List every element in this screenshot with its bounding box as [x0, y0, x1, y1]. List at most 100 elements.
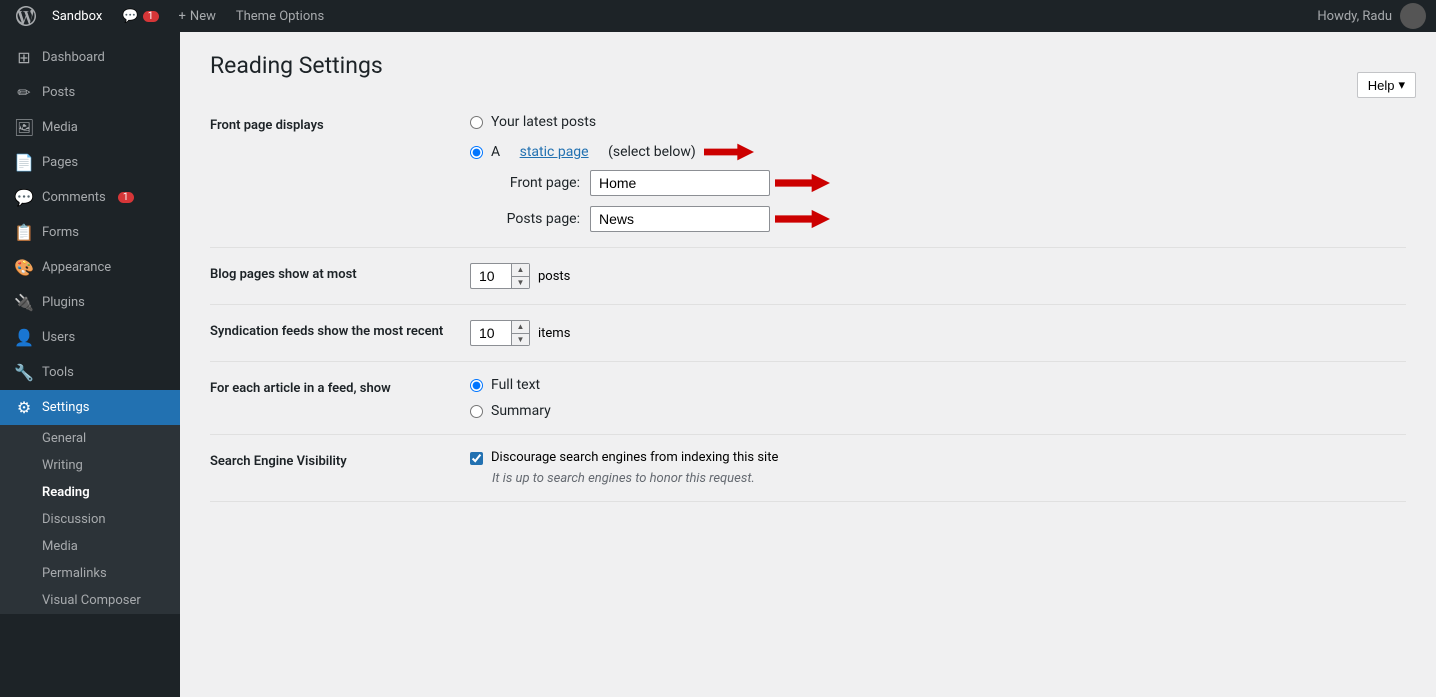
sidebar-subitem-visual-composer[interactable]: Visual Composer [0, 587, 180, 614]
search-engine-checkbox-row: Discourage search engines from indexing … [470, 450, 1406, 465]
feed-article-label: For each article in a feed, show [210, 377, 470, 419]
comment-icon: 💬 [122, 9, 138, 24]
sidebar-label-plugins: Plugins [42, 295, 85, 310]
sidebar: ⊞ Dashboard ✏ Posts 🖼 Media 📄 Pages 💬 Co… [0, 32, 180, 697]
user-avatar[interactable] [1400, 3, 1426, 29]
sidebar-subitem-permalinks[interactable]: Permalinks [0, 560, 180, 587]
sidebar-label-pages: Pages [42, 155, 78, 170]
howdy-label: Howdy, Radu [1317, 9, 1392, 24]
theme-options-label: Theme Options [236, 9, 324, 24]
sidebar-label-dashboard: Dashboard [42, 50, 105, 65]
sidebar-subitem-media[interactable]: Media [0, 533, 180, 560]
visual-composer-label: Visual Composer [42, 593, 141, 608]
radio-full-label: Full text [491, 377, 540, 393]
radio-summary[interactable]: Summary [470, 403, 1406, 419]
front-page-radio-group: Your latest posts A static page (select … [470, 114, 1406, 164]
settings-submenu: General Writing Reading Discussion Media… [0, 425, 180, 614]
adminbar-comments[interactable]: 💬 1 [112, 0, 168, 32]
posts-page-select[interactable]: News [590, 206, 770, 232]
sidebar-item-appearance[interactable]: 🎨 Appearance [0, 250, 180, 285]
blog-pages-inline: ▲ ▼ posts [470, 263, 1406, 289]
blog-pages-up[interactable]: ▲ [512, 264, 529, 277]
adminbar-right: Howdy, Radu [1317, 3, 1426, 29]
radio-full-text[interactable]: Full text [470, 377, 1406, 393]
search-engine-field: Discourage search engines from indexing … [470, 450, 1406, 486]
front-page-select-wrapper: Home [590, 170, 770, 196]
front-page-select[interactable]: Home [590, 170, 770, 196]
search-engine-section: Search Engine Visibility Discourage sear… [210, 435, 1406, 502]
sidebar-item-media[interactable]: 🖼 Media [0, 110, 180, 145]
radio-full-input[interactable] [470, 379, 483, 392]
sidebar-item-tools[interactable]: 🔧 Tools [0, 355, 180, 390]
new-label: New [190, 9, 216, 24]
syndication-down[interactable]: ▼ [512, 334, 529, 346]
radio-summary-label: Summary [491, 403, 551, 419]
front-page-label: Front page displays [210, 114, 470, 232]
sidebar-item-pages[interactable]: 📄 Pages [0, 145, 180, 180]
main-layout: ⊞ Dashboard ✏ Posts 🖼 Media 📄 Pages 💬 Co… [0, 32, 1436, 697]
blog-pages-field: ▲ ▼ posts [470, 263, 1406, 289]
radio-latest-posts[interactable]: Your latest posts [470, 114, 1406, 130]
syndication-up[interactable]: ▲ [512, 321, 529, 334]
sidebar-item-plugins[interactable]: 🔌 Plugins [0, 285, 180, 320]
forms-icon: 📋 [14, 223, 34, 242]
sidebar-label-media: Media [42, 120, 78, 135]
sidebar-item-forms[interactable]: 📋 Forms [0, 215, 180, 250]
site-name-label: Sandbox [52, 9, 102, 24]
adminbar-theme-options[interactable]: Theme Options [226, 0, 334, 32]
appearance-icon: 🎨 [14, 258, 34, 277]
radio-static-page[interactable]: A static page (select below) [470, 140, 1406, 164]
blog-pages-down[interactable]: ▼ [512, 277, 529, 289]
writing-label: Writing [42, 458, 83, 473]
static-page-link[interactable]: static page [520, 144, 589, 160]
radio-latest-label: Your latest posts [491, 114, 596, 130]
adminbar-site[interactable]: Sandbox [42, 0, 112, 32]
posts-page-select-label: Posts page: [490, 211, 580, 227]
sidebar-item-settings[interactable]: ⚙ Settings [0, 390, 180, 425]
blog-pages-section: Blog pages show at most ▲ ▼ posts [210, 248, 1406, 305]
blog-pages-label: Blog pages show at most [210, 263, 470, 289]
sidebar-label-appearance: Appearance [42, 260, 111, 275]
sidebar-label-forms: Forms [42, 225, 79, 240]
help-button[interactable]: Help ▾ [1357, 72, 1416, 98]
search-engine-checkbox-label: Discourage search engines from indexing … [491, 450, 778, 465]
red-arrow-posts-page [775, 207, 830, 231]
sidebar-item-comments[interactable]: 💬 Comments 1 [0, 180, 180, 215]
sidebar-subitem-writing[interactable]: Writing [0, 452, 180, 479]
posts-page-select-row: Posts page: News [470, 206, 1406, 232]
front-page-select-row: Front page: Home [470, 170, 1406, 196]
help-label: Help [1368, 78, 1395, 93]
adminbar-new[interactable]: + New [169, 0, 226, 32]
tools-icon: 🔧 [14, 363, 34, 382]
sidebar-item-users[interactable]: 👤 Users [0, 320, 180, 355]
radio-latest-input[interactable] [470, 116, 483, 129]
posts-icon: ✏ [14, 83, 34, 102]
syndication-label: Syndication feeds show the most recent [210, 320, 470, 346]
sidebar-subitem-discussion[interactable]: Discussion [0, 506, 180, 533]
blog-pages-input-wrapper: ▲ ▼ [470, 263, 530, 289]
syndication-suffix: items [538, 326, 570, 341]
sidebar-subitem-reading[interactable]: Reading [0, 479, 180, 506]
radio-summary-input[interactable] [470, 405, 483, 418]
sidebar-item-posts[interactable]: ✏ Posts [0, 75, 180, 110]
red-arrow-static [704, 140, 754, 164]
syndication-spinners: ▲ ▼ [511, 321, 529, 345]
dashboard-icon: ⊞ [14, 48, 34, 67]
search-engine-label: Search Engine Visibility [210, 450, 470, 486]
content-area: Help ▾ Reading Settings Front page displ… [180, 32, 1436, 697]
search-engine-note: It is up to search engines to honor this… [470, 471, 1406, 486]
search-engine-checkbox[interactable] [470, 452, 483, 465]
sidebar-subitem-general[interactable]: General [0, 425, 180, 452]
syndication-inline: ▲ ▼ items [470, 320, 1406, 346]
sidebar-item-dashboard[interactable]: ⊞ Dashboard [0, 40, 180, 75]
discussion-label: Discussion [42, 512, 106, 527]
sidebar-label-tools: Tools [42, 365, 74, 380]
radio-static-input[interactable] [470, 146, 483, 159]
plugins-icon: 🔌 [14, 293, 34, 312]
radio-static-prefix: A [491, 144, 500, 160]
plus-icon: + [179, 9, 186, 24]
feed-article-section: For each article in a feed, show Full te… [210, 362, 1406, 435]
posts-page-select-wrapper: News [590, 206, 770, 232]
wp-logo[interactable] [10, 0, 42, 32]
page-title: Reading Settings [210, 52, 1406, 79]
